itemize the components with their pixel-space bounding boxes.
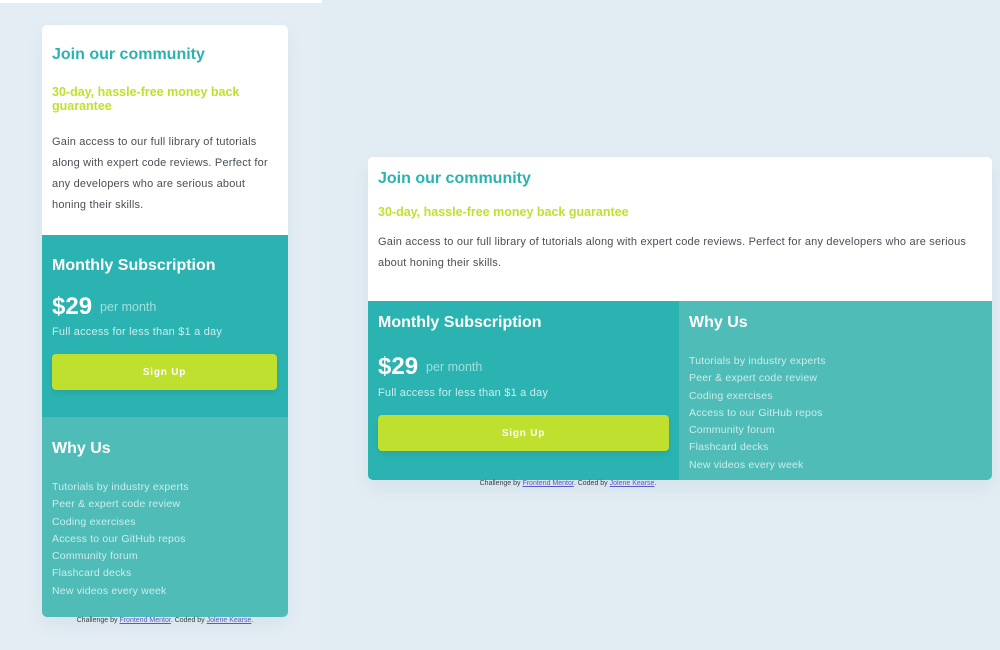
frontend-mentor-link[interactable]: Frontend Mentor xyxy=(119,617,170,624)
subscription-section: Monthly Subscription $29 per month Full … xyxy=(42,235,288,417)
sign-up-button[interactable]: Sign Up xyxy=(378,415,669,451)
price-row: $29 per month xyxy=(378,353,669,381)
why-us-title: Why Us xyxy=(52,440,111,457)
list-item: Tutorials by industry experts xyxy=(52,481,189,493)
subscription-title: Monthly Subscription xyxy=(378,314,542,331)
list-item: Access to our GitHub repos xyxy=(689,406,823,419)
list-item: Tutorials by industry experts xyxy=(689,355,826,367)
list-item: New videos every week xyxy=(689,458,804,471)
list-item: New videos every week xyxy=(52,584,167,597)
subscription-title: Monthly Subscription xyxy=(52,257,216,274)
mobile-pricing-card: Join our community 30-day, hassle-free m… xyxy=(42,25,288,617)
price-period: per month xyxy=(426,360,483,374)
community-section: Join our community 30-day, hassle-free m… xyxy=(42,25,288,235)
card-title: Join our community xyxy=(52,46,205,63)
price: $29 xyxy=(378,353,419,380)
card-description: Gain access to our full library of tutor… xyxy=(378,236,967,269)
attribution-prefix: Challenge by xyxy=(76,617,118,624)
attribution-middle: . Coded by xyxy=(170,617,205,624)
why-us-section: Why Us Tutorials by industry experts Pee… xyxy=(679,301,992,480)
price-period: per month xyxy=(100,300,157,314)
subscription-section: Monthly Subscription $29 per month Full … xyxy=(368,301,679,480)
attribution-middle: . Coded by xyxy=(573,480,608,487)
desktop-pricing-card: Join our community 30-day, hassle-free m… xyxy=(368,157,992,480)
list-item: Flashcard decks xyxy=(52,567,132,580)
list-item: Coding exercises xyxy=(52,515,136,528)
why-us-list: Tutorials by industry experts Peer & exp… xyxy=(52,479,278,600)
list-item: Coding exercises xyxy=(689,389,773,402)
guarantee-text: 30-day, hassle-free money back guarantee xyxy=(378,205,629,219)
attribution: Challenge by Frontend Mentor. Coded by J… xyxy=(42,617,288,624)
attribution-suffix: . xyxy=(251,617,254,624)
attribution: Challenge by Frontend Mentor. Coded by J… xyxy=(368,480,768,487)
guarantee-text: 30-day, hassle-free money back guarantee xyxy=(52,85,240,113)
list-item: Flashcard decks xyxy=(689,441,769,454)
price: $29 xyxy=(52,293,93,320)
author-link[interactable]: Jolene Kearse xyxy=(207,617,252,624)
frontend-mentor-link[interactable]: Frontend Mentor xyxy=(522,480,573,487)
card-description: Gain access to our full library of tutor… xyxy=(52,136,268,211)
price-note: Full access for less than $1 a day xyxy=(378,387,549,399)
why-us-section: Why Us Tutorials by industry experts Pee… xyxy=(42,417,288,617)
attribution-prefix: Challenge by xyxy=(479,480,521,487)
community-section: Join our community 30-day, hassle-free m… xyxy=(368,157,992,301)
author-link[interactable]: Jolene Kearse xyxy=(610,480,655,487)
list-item: Community forum xyxy=(52,550,138,563)
why-us-list: Tutorials by industry experts Peer & exp… xyxy=(689,353,982,474)
list-item: Peer & expert code review xyxy=(52,498,181,511)
attribution-suffix: . xyxy=(654,480,657,487)
price-row: $29 per month xyxy=(52,293,278,321)
sign-up-button[interactable]: Sign Up xyxy=(52,354,277,390)
card-title: Join our community xyxy=(378,170,531,187)
why-us-title: Why Us xyxy=(689,314,748,331)
price-note: Full access for less than $1 a day xyxy=(52,326,223,338)
list-item: Access to our GitHub repos xyxy=(52,532,186,545)
list-item: Peer & expert code review xyxy=(689,372,818,385)
list-item: Community forum xyxy=(689,424,775,437)
